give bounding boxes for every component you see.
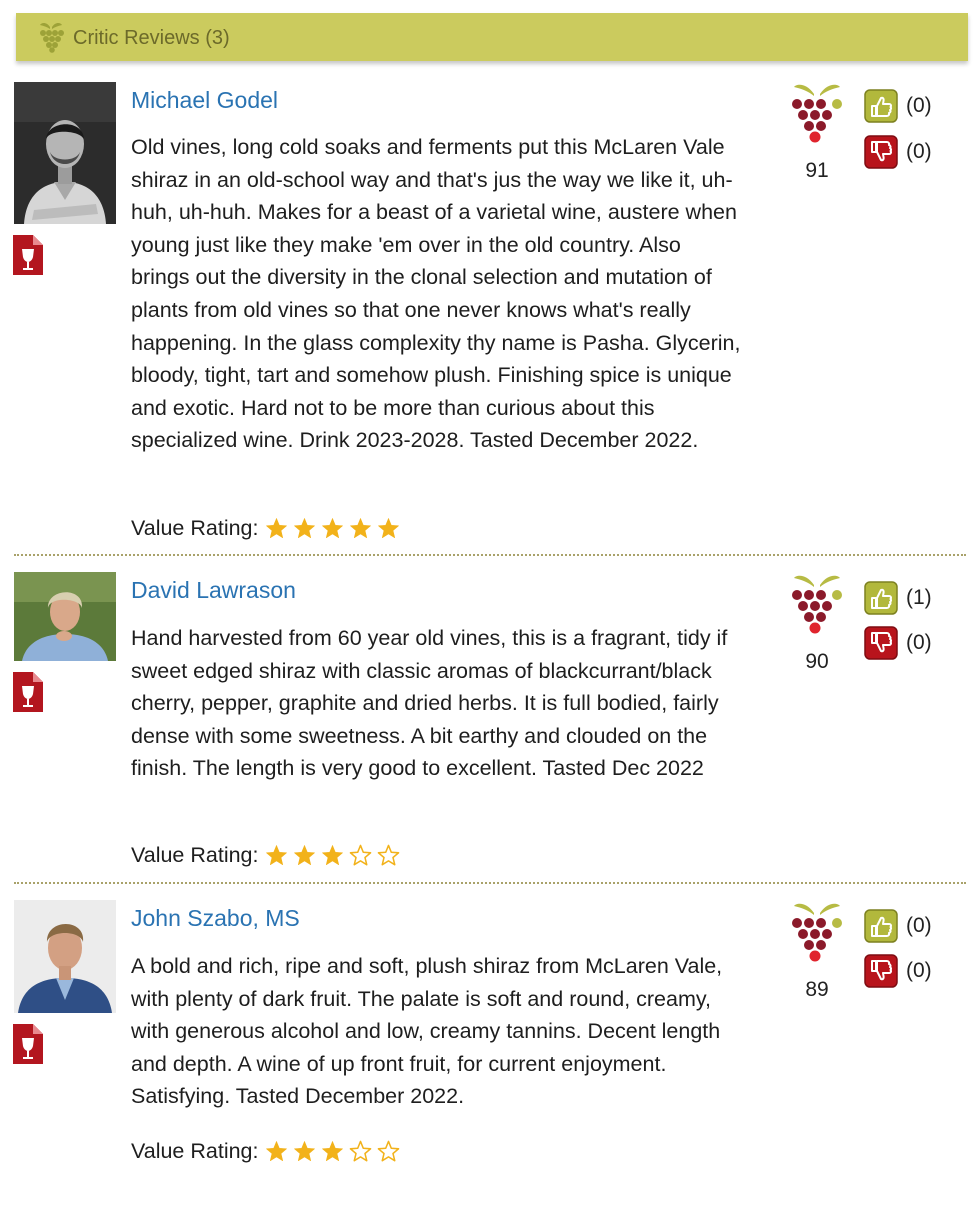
score-value: 91 [805, 159, 829, 182]
star-filled-icon [349, 518, 371, 538]
like-count: (1) [906, 586, 932, 609]
like-control: (1) [864, 581, 932, 615]
thumbs-down-icon[interactable] [864, 135, 898, 169]
like-count: (0) [906, 94, 932, 117]
thumbs-down-icon[interactable] [864, 626, 898, 660]
review-divider [14, 882, 966, 884]
star-filled-icon [293, 1141, 315, 1161]
critic-name-link[interactable]: David Lawrason [131, 577, 296, 604]
review-text: Hand harvested from 60 year old vines, t… [131, 626, 728, 781]
like-count: (0) [906, 914, 932, 937]
header-title: Critic Reviews (3) [73, 27, 230, 49]
critic-photo [14, 900, 116, 1013]
star-empty-icon [349, 844, 371, 866]
star-filled-icon [321, 1141, 343, 1161]
star-filled-icon [321, 518, 343, 538]
score-value: 90 [805, 650, 829, 673]
grape-cluster-icon [792, 575, 842, 634]
star-rating [265, 844, 400, 867]
star-rating [265, 517, 400, 540]
star-filled-icon [321, 845, 343, 865]
value-rating: Value Rating: [131, 516, 400, 541]
like-control: (0) [864, 89, 932, 123]
wine-glass-pdf-icon[interactable] [13, 1022, 43, 1064]
grape-cluster-icon [792, 903, 842, 962]
score-value: 89 [805, 978, 829, 1001]
review-text: Old vines, long cold soaks and ferments … [131, 135, 741, 453]
critic-name-link[interactable]: Michael Godel [131, 87, 278, 114]
value-rating: Value Rating: [131, 843, 400, 868]
critic-photo [14, 572, 116, 661]
star-filled-icon [377, 518, 399, 538]
dislike-control: (0) [864, 954, 932, 988]
dislike-control: (0) [864, 135, 932, 169]
grape-cluster-icon [792, 84, 842, 143]
star-empty-icon [377, 844, 399, 866]
dislike-control: (0) [864, 626, 932, 660]
star-filled-icon [265, 845, 287, 865]
value-rating-label: Value Rating: [131, 843, 259, 867]
dislike-count: (0) [906, 140, 932, 163]
star-rating [265, 1140, 400, 1163]
star-filled-icon [293, 845, 315, 865]
star-filled-icon [265, 1141, 287, 1161]
thumbs-up-icon[interactable] [864, 89, 898, 123]
dislike-count: (0) [906, 631, 932, 654]
star-filled-icon [293, 518, 315, 538]
like-control: (0) [864, 909, 932, 943]
review-text: A bold and rich, ripe and soft, plush sh… [131, 954, 723, 1109]
review-divider [14, 554, 966, 556]
grape-icon [40, 23, 64, 53]
star-filled-icon [265, 518, 287, 538]
value-rating-label: Value Rating: [131, 516, 259, 540]
thumbs-down-icon[interactable] [864, 954, 898, 988]
value-rating-label: Value Rating: [131, 1139, 259, 1163]
wine-glass-pdf-icon[interactable] [13, 233, 43, 275]
dislike-count: (0) [906, 959, 932, 982]
value-rating: Value Rating: [131, 1139, 400, 1164]
thumbs-up-icon[interactable] [864, 581, 898, 615]
thumbs-up-icon[interactable] [864, 909, 898, 943]
critic-reviews-header[interactable]: Critic Reviews (3) [16, 13, 968, 61]
star-empty-icon [349, 1140, 371, 1162]
star-empty-icon [377, 1140, 399, 1162]
wine-glass-pdf-icon[interactable] [13, 670, 43, 712]
critic-name-link[interactable]: John Szabo, MS [131, 905, 300, 932]
critic-photo [14, 82, 116, 224]
